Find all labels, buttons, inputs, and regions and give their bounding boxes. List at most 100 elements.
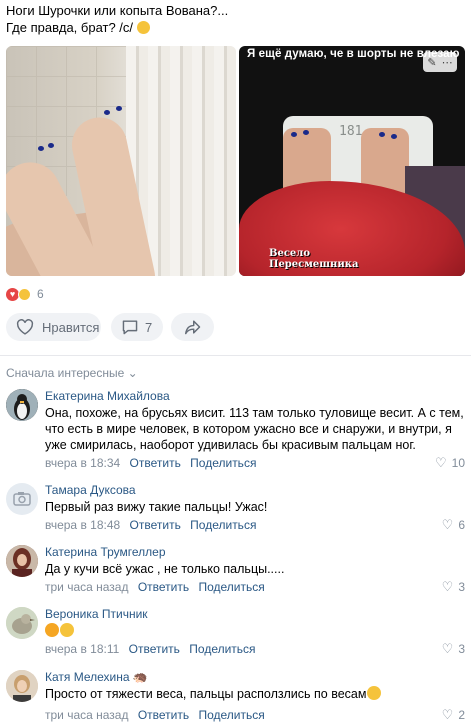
bird-avatar-icon — [6, 607, 38, 639]
reply-link[interactable]: Ответить — [138, 708, 189, 722]
comment-like-button[interactable]: ♡ 6 — [442, 517, 465, 533]
comment-time[interactable]: вчера в 18:11 — [45, 642, 119, 656]
penguin-avatar-icon — [6, 389, 38, 421]
comment-author[interactable]: Катя Мелехина 🦔 — [45, 670, 148, 684]
toenail — [38, 146, 44, 151]
watermark: Весело Пересмешника — [269, 248, 358, 270]
comment-like-button[interactable]: ♡ 3 — [442, 641, 465, 657]
comment-meta: вчера в 18:34 Ответить Поделиться — [45, 456, 256, 470]
laugh-emoji-icon — [367, 686, 382, 700]
comment: Тамара Дуксова Первый раз вижу такие пал… — [6, 483, 465, 533]
comment-like-button[interactable]: ♡ 10 — [435, 455, 465, 471]
comment-icon — [122, 320, 138, 335]
comment: Екатерина Михайлова Она, похоже, на брус… — [6, 389, 465, 471]
post-photo-2[interactable]: 181 Я ещё думаю, че в шорты не влезаю ✎ … — [239, 46, 465, 276]
heart-icon — [16, 319, 34, 335]
heart-icon: ♡ — [441, 579, 454, 594]
comment-button[interactable]: 7 — [111, 313, 163, 341]
avatar[interactable] — [6, 389, 38, 421]
share-link[interactable]: Поделиться — [198, 580, 264, 594]
comment-author[interactable]: Катерина Трумгеллер — [45, 545, 166, 559]
grin-emoji-icon — [136, 21, 150, 34]
laugh-reaction-icon — [18, 287, 31, 301]
post-photo-1[interactable] — [6, 46, 236, 276]
comment-meta: три часа назад Ответить Поделиться — [45, 580, 265, 594]
camera-placeholder-icon — [13, 492, 31, 506]
comments-sort[interactable]: Сначала интересные ⌄ — [6, 366, 138, 380]
comment-like-button[interactable]: ♡ 2 — [442, 707, 465, 723]
comment-text: Да у кучи всё ужас , не только пальцы...… — [45, 562, 285, 576]
comment-time[interactable]: вчера в 18:48 — [45, 518, 120, 532]
comment-text: Она, похоже, на брусьях висит. 113 там т… — [45, 406, 464, 452]
heart-icon: ♡ — [434, 455, 447, 470]
scale-display: 181 — [339, 124, 363, 139]
reply-link[interactable]: Ответить — [138, 580, 189, 594]
avatar[interactable] — [6, 670, 38, 702]
comment-text — [45, 623, 465, 639]
chevron-down-icon: ⌄ — [127, 366, 138, 380]
share-button[interactable] — [171, 313, 214, 341]
toenail — [104, 110, 110, 115]
comment-meta: вчера в 18:11 Ответить Поделиться — [45, 642, 256, 656]
toenail — [291, 132, 297, 137]
comment: Вероника Птичник вчера в 18:11 Ответить … — [6, 607, 465, 657]
hedgehog-icon: 🦔 — [132, 670, 148, 684]
comment-likes-count: 2 — [458, 708, 465, 722]
comments-sort-label: Сначала интересные — [6, 366, 125, 380]
comments-count: 7 — [145, 319, 153, 335]
post-line-2: Где правда, брат? /с/ — [6, 19, 228, 36]
reply-link[interactable]: Ответить — [130, 456, 181, 470]
reply-link[interactable]: Ответить — [130, 518, 181, 532]
share-link[interactable]: Поделиться — [190, 456, 256, 470]
share-link[interactable]: Поделиться — [189, 642, 255, 656]
toenail — [116, 106, 122, 111]
comment-time[interactable]: три часа назад — [45, 580, 128, 594]
comment-likes-count: 6 — [458, 518, 465, 532]
comment-likes-count: 3 — [458, 580, 465, 594]
photo-tools[interactable]: ✎ ⋯ — [423, 52, 457, 72]
heart-icon: ♡ — [441, 517, 454, 532]
laugh-emoji-icon — [60, 623, 74, 637]
edit-icon[interactable]: ✎ — [427, 56, 436, 69]
avatar[interactable] — [6, 545, 38, 577]
comment-time[interactable]: вчера в 18:34 — [45, 456, 120, 470]
share-link[interactable]: Поделиться — [198, 708, 264, 722]
like-button[interactable]: Нравится — [6, 313, 101, 341]
comment-like-button[interactable]: ♡ 3 — [442, 579, 465, 595]
comment: Катерина Трумгеллер Да у кучи всё ужас ,… — [6, 545, 465, 595]
user-photo-avatar-icon — [6, 545, 38, 577]
comment-author[interactable]: Екатерина Михайлова — [45, 389, 170, 403]
divider — [0, 355, 471, 356]
comment: Катя Мелехина 🦔 Просто от тяжести веса, … — [6, 670, 465, 723]
angry-emoji-icon — [45, 623, 59, 637]
watermark-line-2: Пересмешника — [269, 259, 359, 270]
avatar[interactable] — [6, 607, 38, 639]
share-link[interactable]: Поделиться — [190, 518, 256, 532]
heart-icon: ♡ — [441, 707, 454, 722]
heart-icon: ♡ — [441, 641, 454, 656]
toenail — [379, 132, 385, 137]
comment-likes-count: 10 — [451, 456, 465, 470]
reactions-count: 6 — [37, 287, 44, 301]
comment-meta: три часа назад Ответить Поделиться — [45, 708, 265, 722]
reactions-summary[interactable]: ♥ 6 — [6, 287, 44, 301]
post-line-1: Ноги Шурочки или копыта Вована?... — [6, 3, 229, 18]
toenail — [303, 130, 309, 135]
user-photo-avatar-icon — [6, 670, 38, 702]
comment-text: Просто от тяжести веса, пальцы расползли… — [45, 686, 465, 702]
more-icon[interactable]: ⋯ — [442, 56, 453, 69]
comment-author[interactable]: Вероника Птичник — [45, 607, 148, 621]
toenail — [391, 134, 397, 139]
avatar[interactable] — [6, 483, 38, 515]
like-label: Нравится — [42, 319, 100, 335]
share-icon — [184, 320, 200, 335]
watermark-line-1: Весело — [269, 248, 310, 259]
comment-author[interactable]: Тамара Дуксова — [45, 483, 136, 497]
post-text: Ноги Шурочки или копыта Вована?... Где п… — [6, 2, 228, 36]
comment-meta: вчера в 18:48 Ответить Поделиться — [45, 518, 256, 532]
toenail — [48, 143, 54, 148]
comment-time[interactable]: три часа назад — [45, 708, 128, 722]
comment-likes-count: 3 — [458, 642, 465, 656]
reply-link[interactable]: Ответить — [129, 642, 180, 656]
comment-text: Первый раз вижу такие пальцы! Ужас! — [45, 500, 268, 514]
